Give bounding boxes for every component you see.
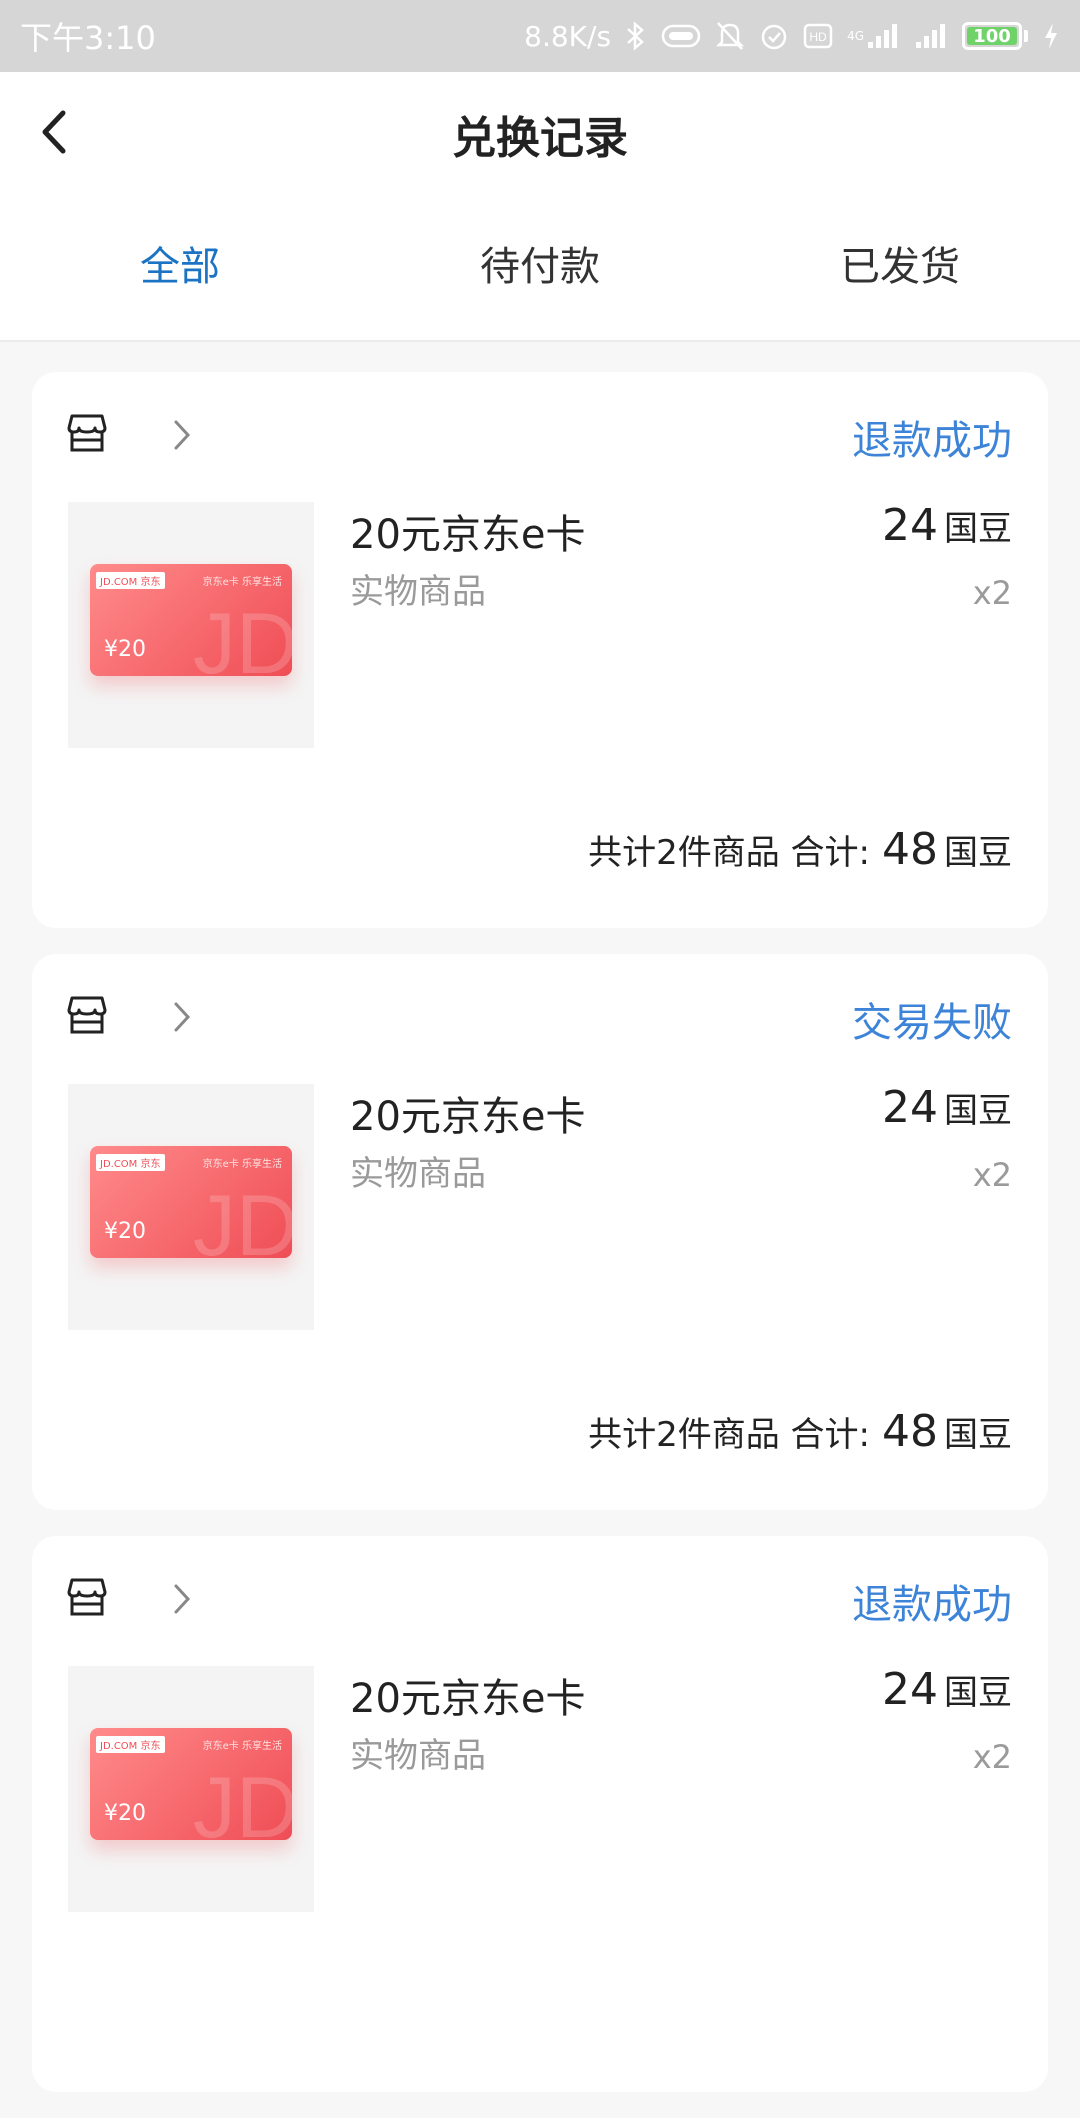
order-card[interactable]: 交易失败 JD.COM 京东 京东e卡 乐享生活 JD ¥20 20元京东e卡 …: [32, 954, 1048, 1510]
ecard-slogan: 京东e卡 乐享生活: [202, 1741, 282, 1752]
store-icon[interactable]: [66, 994, 108, 1036]
ecard-logo: JD.COM 京东: [96, 572, 165, 589]
price-value: 24: [882, 1082, 938, 1133]
product-type: 实物商品: [350, 572, 486, 612]
network-speed: 8.8K/s: [524, 19, 612, 53]
status-bar: 下午3:10 8.8K/s HD 4G 100: [0, 0, 1080, 72]
charging-icon: [1042, 21, 1060, 51]
quantity: x2: [972, 1738, 1012, 1776]
product-name: 20元京东e卡: [350, 1676, 586, 1722]
order-status: 退款成功: [852, 1582, 1012, 1628]
ecard-price: ¥20: [104, 1219, 146, 1244]
product-type: 实物商品: [350, 1154, 486, 1194]
ecard-logo: JD.COM 京东: [96, 1736, 165, 1753]
price-value: 24: [882, 500, 938, 551]
signal-icon: [914, 22, 948, 50]
product-thumbnail[interactable]: JD.COM 京东 京东e卡 乐享生活 JD ¥20: [68, 502, 314, 748]
product-name: 20元京东e卡: [350, 1094, 586, 1140]
toggle-icon: [661, 23, 701, 49]
order-card[interactable]: 退款成功 JD.COM 京东 京东e卡 乐享生活 JD ¥20 20元京东e卡 …: [32, 1536, 1048, 2092]
battery-icon: 100: [962, 22, 1028, 50]
order-card[interactable]: 退款成功 JD.COM 京东 京东e卡 乐享生活 JD ¥20 20元京东e卡 …: [32, 372, 1048, 928]
order-list: 退款成功 JD.COM 京东 京东e卡 乐享生活 JD ¥20 20元京东e卡 …: [32, 372, 1048, 2118]
network-type-label: 4G: [847, 29, 864, 43]
summary-label: 共计2件商品 合计:: [588, 833, 870, 873]
chevron-right-icon[interactable]: [172, 1582, 192, 1616]
battery-level: 100: [973, 25, 1011, 47]
signal-icon: 4G: [847, 22, 900, 50]
mute-icon: [715, 20, 745, 52]
price-unit: 国豆: [944, 509, 1012, 549]
alarm-icon: [759, 20, 789, 52]
unit-price: 24 国豆: [882, 500, 1012, 551]
jd-ecard-image: JD.COM 京东 京东e卡 乐享生活 JD ¥20: [90, 1728, 292, 1840]
chevron-right-icon[interactable]: [172, 418, 192, 452]
tab-pending-payment[interactable]: 待付款: [360, 222, 720, 312]
store-icon[interactable]: [66, 1576, 108, 1618]
order-summary: 共计2件商品 合计: 48 国豆: [588, 824, 1012, 875]
ecard-slogan: 京东e卡 乐享生活: [202, 577, 282, 588]
tab-bar: 全部 待付款 已发货: [0, 222, 1080, 312]
ecard-price: ¥20: [104, 637, 146, 662]
hd-icon: HD: [803, 23, 833, 49]
chevron-right-icon[interactable]: [172, 1000, 192, 1034]
tab-all[interactable]: 全部: [0, 222, 360, 312]
price-unit: 国豆: [944, 1673, 1012, 1713]
bluetooth-icon: [625, 21, 647, 51]
summary-label: 共计2件商品 合计:: [588, 1415, 870, 1455]
product-type: 实物商品: [350, 1736, 486, 1776]
unit-price: 24 国豆: [882, 1082, 1012, 1133]
status-time: 下午3:10: [20, 19, 156, 57]
jd-ecard-image: JD.COM 京东 京东e卡 乐享生活 JD ¥20: [90, 564, 292, 676]
tab-shipped[interactable]: 已发货: [720, 222, 1080, 312]
price-value: 24: [882, 1664, 938, 1715]
quantity: x2: [972, 574, 1012, 612]
status-icons: 8.8K/s HD 4G 100: [524, 20, 1060, 53]
order-summary: 共计2件商品 合计: 48 国豆: [588, 1406, 1012, 1457]
summary-total: 48: [882, 1406, 938, 1457]
ecard-watermark: JD: [192, 596, 292, 676]
product-thumbnail[interactable]: JD.COM 京东 京东e卡 乐享生活 JD ¥20: [68, 1084, 314, 1330]
store-icon[interactable]: [66, 412, 108, 454]
summary-unit: 国豆: [944, 1415, 1012, 1455]
order-status: 退款成功: [852, 418, 1012, 464]
product-thumbnail[interactable]: JD.COM 京东 京东e卡 乐享生活 JD ¥20: [68, 1666, 314, 1912]
quantity: x2: [972, 1156, 1012, 1194]
order-status: 交易失败: [852, 1000, 1012, 1046]
svg-text:HD: HD: [809, 30, 827, 44]
product-name: 20元京东e卡: [350, 512, 586, 558]
ecard-price: ¥20: [104, 1801, 146, 1826]
summary-unit: 国豆: [944, 833, 1012, 873]
ecard-watermark: JD: [192, 1178, 292, 1258]
ecard-watermark: JD: [192, 1760, 292, 1840]
ecard-slogan: 京东e卡 乐享生活: [202, 1159, 282, 1170]
jd-ecard-image: JD.COM 京东 京东e卡 乐享生活 JD ¥20: [90, 1146, 292, 1258]
ecard-logo: JD.COM 京东: [96, 1154, 165, 1171]
unit-price: 24 国豆: [882, 1664, 1012, 1715]
summary-total: 48: [882, 824, 938, 875]
price-unit: 国豆: [944, 1091, 1012, 1131]
divider: [0, 340, 1080, 342]
page-title: 兑换记录: [452, 113, 628, 164]
